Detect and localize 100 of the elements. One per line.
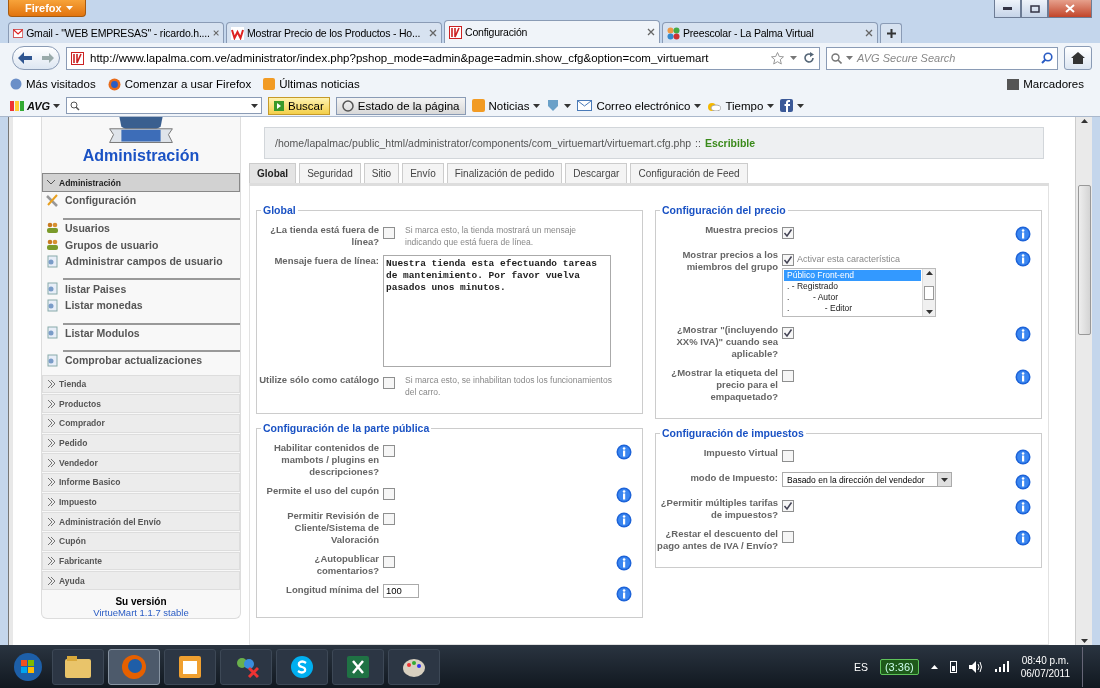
info-icon[interactable] bbox=[616, 555, 632, 571]
section-header[interactable]: Ayuda bbox=[42, 571, 240, 591]
caret-icon[interactable] bbox=[53, 103, 61, 108]
section-header[interactable]: Comprador bbox=[42, 414, 240, 433]
new-tab-button[interactable] bbox=[880, 23, 902, 43]
checkbox[interactable] bbox=[782, 254, 794, 266]
sidebar-link[interactable]: Listar monedas bbox=[42, 297, 240, 314]
sidebar-link[interactable]: Usuarios bbox=[42, 219, 240, 237]
signal-icon[interactable] bbox=[994, 661, 1009, 672]
scrollbar[interactable] bbox=[1075, 117, 1092, 645]
language-indicator[interactable]: ES bbox=[853, 660, 868, 673]
config-tab[interactable]: Global bbox=[249, 163, 297, 183]
search-field[interactable]: AVG Secure Search bbox=[826, 46, 1058, 70]
facebook-menu[interactable] bbox=[780, 99, 805, 112]
paint-taskbar-button[interactable] bbox=[388, 648, 440, 685]
bookmark-link[interactable]: Comenzar a usar Firefox bbox=[107, 77, 252, 91]
firefox-taskbar-button[interactable] bbox=[108, 648, 160, 685]
checkbox[interactable] bbox=[782, 227, 794, 239]
group-listbox[interactable]: Público Front-end . - Registrado . - Autor . - Editor bbox=[782, 268, 936, 317]
bookmark-link[interactable]: Más visitados bbox=[10, 78, 96, 90]
avg-search-field[interactable] bbox=[66, 97, 263, 114]
checkbox[interactable] bbox=[383, 445, 395, 457]
input-field[interactable]: 100 bbox=[383, 584, 419, 598]
section-header[interactable]: Tienda bbox=[42, 374, 240, 394]
close-icon[interactable] bbox=[865, 29, 873, 37]
close-icon[interactable] bbox=[429, 29, 437, 37]
checkbox[interactable] bbox=[383, 556, 395, 568]
checkbox[interactable] bbox=[383, 488, 395, 500]
listbox-option[interactable]: . - Editor bbox=[784, 303, 921, 314]
checkbox[interactable] bbox=[383, 513, 395, 525]
mail-menu[interactable]: Correo electrónico bbox=[577, 99, 702, 112]
browser-tab[interactable]: Gmail - "WEB EMPRESAS" - ricardo.h.... bbox=[8, 22, 224, 43]
close-icon[interactable] bbox=[647, 28, 655, 36]
scroll-thumb[interactable] bbox=[924, 285, 934, 300]
section-header[interactable]: Pedido bbox=[42, 433, 240, 453]
checkbox[interactable] bbox=[782, 370, 794, 382]
reload-icon[interactable] bbox=[803, 52, 815, 64]
caret-icon[interactable] bbox=[797, 103, 805, 108]
section-header[interactable]: Administración del Envío bbox=[42, 512, 240, 532]
info-icon[interactable] bbox=[1015, 474, 1031, 490]
info-icon[interactable] bbox=[616, 487, 632, 503]
bookmark-link[interactable]: Últimas noticias bbox=[263, 78, 360, 90]
listbox-option[interactable]: . - Autor bbox=[784, 292, 921, 303]
spreadsheet-taskbar-button[interactable] bbox=[332, 648, 384, 685]
minimize-button[interactable] bbox=[994, 0, 1021, 18]
volume-icon[interactable] bbox=[968, 660, 983, 673]
search-icon[interactable] bbox=[1041, 52, 1053, 64]
caret-icon[interactable] bbox=[694, 103, 702, 108]
caret-icon[interactable] bbox=[251, 103, 259, 108]
browser-tab[interactable]: Configuración bbox=[444, 20, 660, 43]
sidebar-link[interactable]: Administrar campos de usuario bbox=[42, 252, 240, 270]
version-link[interactable]: VirtueMart 1.1.7 stable bbox=[42, 607, 240, 619]
section-header[interactable]: Fabricante bbox=[42, 551, 240, 571]
checkbox[interactable] bbox=[782, 500, 794, 512]
info-icon[interactable] bbox=[1015, 530, 1031, 546]
info-icon[interactable] bbox=[616, 512, 632, 528]
scroll-down-icon[interactable] bbox=[1080, 639, 1088, 643]
message-textarea[interactable]: Nuestra tienda esta efectuando tareas de mantenimiento. Por favor vuelva pasados unos minutos. bbox=[383, 255, 611, 367]
caret-icon[interactable] bbox=[533, 103, 541, 108]
avg-logo[interactable]: AVG bbox=[10, 99, 61, 112]
section-header[interactable]: Productos bbox=[42, 394, 240, 414]
config-tab[interactable]: Sitio bbox=[363, 163, 400, 183]
weather-menu[interactable]: Tiempo bbox=[707, 99, 775, 112]
scroll-up-icon[interactable] bbox=[925, 271, 933, 275]
section-header[interactable]: Cupón bbox=[42, 532, 240, 551]
caret-icon[interactable] bbox=[767, 103, 775, 108]
section-header[interactable]: Informe Basico bbox=[42, 473, 240, 492]
caret-icon[interactable] bbox=[941, 477, 948, 482]
sidebar-link[interactable]: Grupos de usuario bbox=[42, 236, 240, 253]
listbox-option[interactable]: . - Registrado bbox=[784, 281, 921, 292]
news-menu[interactable]: Noticias bbox=[471, 99, 541, 112]
battery-indicator[interactable]: (3:36) bbox=[879, 658, 919, 675]
tray-arrow-icon[interactable] bbox=[930, 664, 938, 669]
scroll-up-icon[interactable] bbox=[1080, 119, 1088, 123]
sidebar-link[interactable]: Listar Modulos bbox=[42, 324, 240, 342]
maximize-button[interactable] bbox=[1021, 0, 1048, 18]
sidebar-link[interactable]: Configuración bbox=[42, 192, 240, 209]
checkbox[interactable] bbox=[782, 327, 794, 339]
close-button[interactable] bbox=[1048, 0, 1092, 18]
folder-taskbar-button[interactable] bbox=[52, 648, 104, 685]
info-icon[interactable] bbox=[1015, 251, 1031, 267]
info-icon[interactable] bbox=[1015, 499, 1031, 515]
config-tab[interactable]: Finalización de pedido bbox=[446, 163, 563, 183]
info-icon[interactable] bbox=[1015, 369, 1031, 385]
star-icon[interactable] bbox=[771, 51, 784, 65]
checkbox[interactable] bbox=[782, 531, 794, 543]
close-icon[interactable] bbox=[212, 29, 219, 37]
info-icon[interactable] bbox=[616, 586, 632, 602]
sidebar-link[interactable]: Comprobar actualizaciones bbox=[42, 352, 240, 369]
browser-tab[interactable]: Mostrar Precio de los Productos - Ho... bbox=[226, 22, 442, 43]
section-header[interactable]: Administración bbox=[42, 173, 240, 193]
section-header[interactable]: Vendedor bbox=[42, 453, 240, 473]
address-field[interactable]: http://www.lapalma.com.ve/administrator/index.php?pshop_mode=admin&page=admin.show_cfg&option=com_virtuemart bbox=[66, 46, 820, 70]
scroll-thumb[interactable] bbox=[1077, 185, 1091, 335]
config-tab[interactable]: Envío bbox=[402, 163, 444, 183]
checkbox[interactable] bbox=[782, 450, 794, 462]
bookmarks-menu[interactable]: Marcadores bbox=[1007, 78, 1084, 90]
config-tab[interactable]: Descargar bbox=[565, 163, 628, 183]
info-icon[interactable] bbox=[616, 444, 632, 460]
home-button[interactable] bbox=[1064, 46, 1092, 70]
